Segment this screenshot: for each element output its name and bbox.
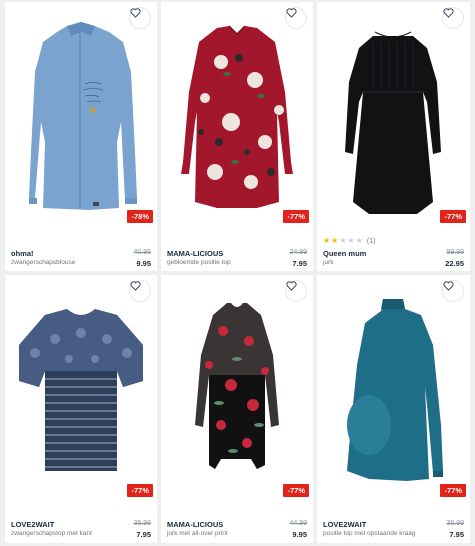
- product-image[interactable]: -78%: [5, 2, 157, 232]
- sale-price: 7.95: [449, 530, 464, 539]
- striped-lace-top-image: [19, 309, 143, 471]
- favorite-button[interactable]: [130, 281, 150, 301]
- favorite-button[interactable]: [286, 281, 306, 301]
- sale-price: 9.95: [292, 530, 307, 539]
- discount-badge: -77%: [440, 484, 466, 497]
- original-price: 40.95: [133, 249, 151, 256]
- product-card[interactable]: -77% LOVE2WAIT zwangerschapstop met kant…: [5, 275, 157, 543]
- product-description: jurk: [323, 259, 334, 266]
- teal-top-image: [347, 299, 443, 481]
- product-card[interactable]: -77% ★ ★ ★ ★ ★ (1) Queen mum jurk 99.99 …: [317, 2, 470, 271]
- black-dress-image: [345, 31, 441, 214]
- sale-price: 22.95: [445, 259, 464, 268]
- heart-outline-icon: [286, 281, 297, 291]
- product-grid: -78% ohma! zwangerschapsblouse 40.95 9.9…: [0, 0, 475, 546]
- product-brand: MAMA-LICIOUS: [167, 520, 224, 529]
- heart-outline-icon: [130, 8, 141, 18]
- heart-outline-icon: [130, 281, 141, 291]
- star-icon: ★: [355, 236, 363, 245]
- product-card[interactable]: -77% LOVE2WAIT positie top met opstaande…: [317, 275, 470, 543]
- mesh-floral-dress-image: [195, 303, 279, 469]
- product-image[interactable]: -77%: [317, 275, 470, 505]
- product-description: zwangerschapsblouse: [11, 259, 76, 266]
- discount-badge: -77%: [283, 484, 309, 497]
- product-image[interactable]: -77%: [317, 2, 470, 232]
- sale-price: 7.95: [136, 530, 151, 539]
- product-description: gebloemde positie top: [167, 259, 231, 266]
- blue-blouse-image: [29, 22, 137, 210]
- star-icon: ★: [339, 236, 347, 245]
- original-price: 34.99: [289, 249, 307, 256]
- sale-price: 7.95: [292, 259, 307, 268]
- star-icon: ★: [347, 236, 355, 245]
- heart-outline-icon: [443, 281, 454, 291]
- star-icon: ★: [323, 236, 331, 245]
- favorite-button[interactable]: [286, 8, 306, 28]
- favorite-button[interactable]: [443, 8, 463, 28]
- sale-price: 9.95: [136, 259, 151, 268]
- star-icon: ★: [331, 236, 339, 245]
- product-card[interactable]: -78% ohma! zwangerschapsblouse 40.95 9.9…: [5, 2, 157, 271]
- product-description: jurk met all-over print: [167, 530, 228, 537]
- product-brand: LOVE2WAIT: [323, 520, 367, 529]
- discount-badge: -78%: [127, 210, 153, 223]
- original-price: 35.99: [446, 520, 464, 527]
- product-brand: MAMA-LICIOUS: [167, 249, 224, 258]
- product-card[interactable]: -77% MAMA-LICIOUS jurk met all-over prin…: [161, 275, 313, 543]
- product-description: zwangerschapstop met kant: [11, 530, 92, 537]
- heart-outline-icon: [443, 8, 454, 18]
- product-brand: Queen mum: [323, 249, 367, 258]
- discount-badge: -77%: [440, 210, 466, 223]
- product-brand: LOVE2WAIT: [11, 520, 55, 529]
- discount-badge: -77%: [127, 484, 153, 497]
- product-description: positie top met opstaande kraag: [323, 530, 416, 537]
- original-price: 35.99: [133, 520, 151, 527]
- original-price: 44.99: [289, 520, 307, 527]
- product-card[interactable]: -77% MAMA-LICIOUS gebloemde positie top …: [161, 2, 313, 271]
- product-rating: ★ ★ ★ ★ ★ (1): [323, 237, 375, 245]
- product-image[interactable]: -77%: [161, 275, 313, 505]
- red-floral-top-image: [181, 25, 293, 208]
- rating-count: (1): [366, 237, 376, 245]
- favorite-button[interactable]: [443, 281, 463, 301]
- original-price: 99.99: [446, 249, 464, 256]
- product-image[interactable]: -77%: [5, 275, 157, 505]
- product-image[interactable]: -77%: [161, 2, 313, 232]
- product-brand: ohma!: [11, 249, 34, 258]
- discount-badge: -77%: [283, 210, 309, 223]
- favorite-button[interactable]: [130, 8, 150, 28]
- heart-outline-icon: [286, 8, 297, 18]
